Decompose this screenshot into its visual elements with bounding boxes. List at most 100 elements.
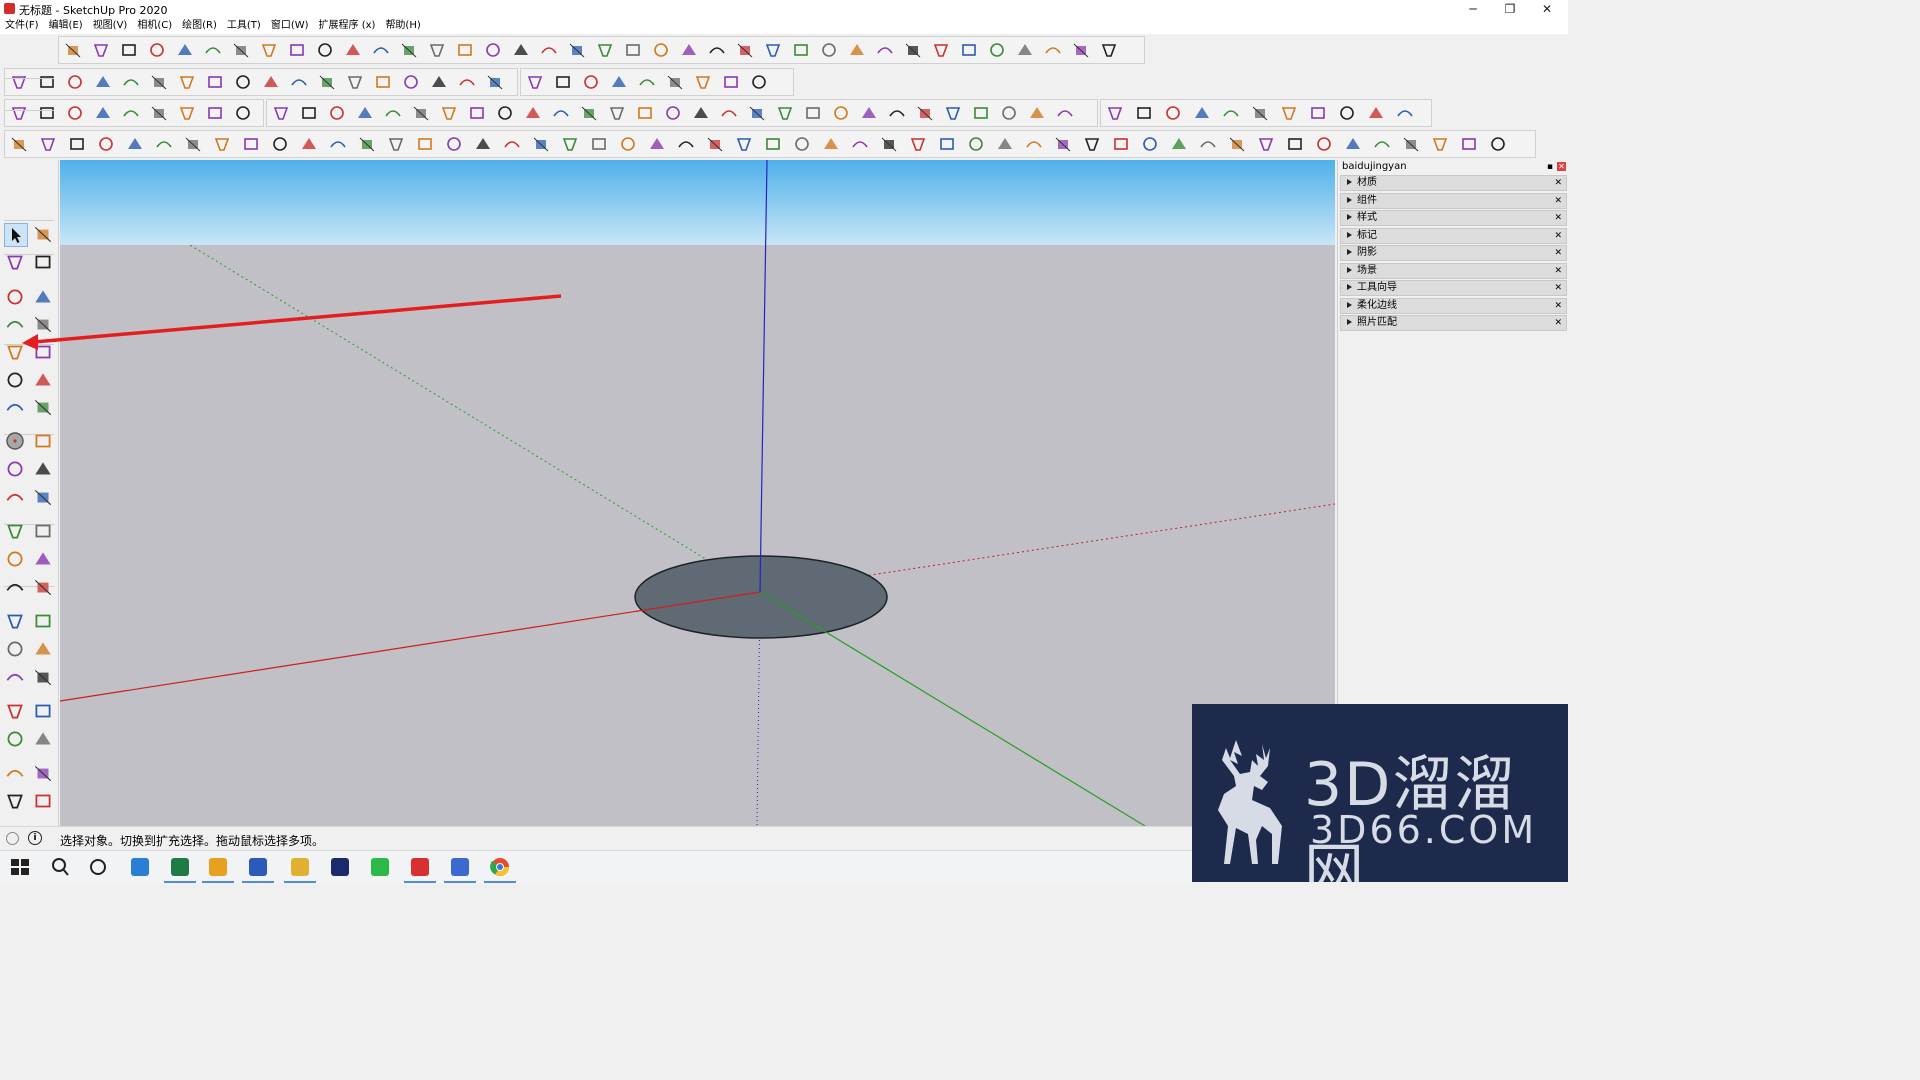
tray-item-materials[interactable]: 材质 ✕ [1340, 175, 1567, 191]
toolbar-tool-icon[interactable] [9, 73, 29, 91]
menu-extensions[interactable]: 扩展程序 (x) [314, 18, 381, 34]
menu-tools[interactable]: 工具(T) [222, 18, 266, 34]
toolbar-tool-icon[interactable] [589, 135, 609, 153]
toolbar-tool-icon[interactable] [177, 104, 197, 122]
toolbar-tool-icon[interactable] [581, 73, 601, 91]
left-tool-icon[interactable] [32, 486, 54, 508]
toolbar-tool-icon[interactable] [1163, 104, 1183, 122]
toolbar-tool-icon[interactable] [439, 104, 459, 122]
left-tool-icon[interactable] [32, 610, 54, 632]
toolbar-tool-icon[interactable] [879, 135, 899, 153]
toolbar-tool-icon[interactable] [1024, 135, 1044, 153]
chrome-icon[interactable] [484, 855, 516, 883]
toolbar-tool-icon[interactable] [233, 104, 253, 122]
toolbar-tool-icon[interactable] [1027, 104, 1047, 122]
toolbar-tool-icon[interactable] [647, 135, 667, 153]
autodesk-icon[interactable] [242, 855, 274, 883]
toolbar-tool-icon[interactable] [502, 135, 522, 153]
toolbar-tool-icon[interactable] [637, 73, 657, 91]
toolbar-tool-icon[interactable] [457, 73, 477, 91]
toolbar-tool-icon[interactable] [966, 135, 986, 153]
left-tool-icon[interactable] [32, 728, 54, 750]
tray-item-instructor[interactable]: 工具向导 ✕ [1340, 280, 1567, 296]
toolbar-tool-icon[interactable] [299, 104, 319, 122]
left-tool-icon[interactable] [4, 790, 26, 812]
toolbar-tool-icon[interactable] [401, 73, 421, 91]
toolbar-tool-icon[interactable] [1134, 104, 1154, 122]
toolbar-tool-icon[interactable] [444, 135, 464, 153]
toolbar-tool-icon[interactable] [317, 73, 337, 91]
circle-face[interactable] [634, 555, 888, 639]
toolbar-tool-icon[interactable] [595, 41, 615, 59]
toolbar-tool-icon[interactable] [511, 41, 531, 59]
left-tool-icon[interactable] [32, 520, 54, 542]
toolbar-tool-icon[interactable] [792, 135, 812, 153]
toolbar-tool-icon[interactable] [1343, 135, 1363, 153]
toolbar-tool-icon[interactable] [887, 104, 907, 122]
left-tool-icon[interactable] [4, 251, 26, 273]
tray-item-tags[interactable]: 标记 ✕ [1340, 227, 1567, 244]
toolbar-tool-icon[interactable] [999, 104, 1019, 122]
left-tool-icon[interactable] [32, 790, 54, 812]
tray-item-soften-edges[interactable]: 柔化边线 ✕ [1340, 297, 1567, 314]
tray-item-scenes[interactable]: 场景 ✕ [1340, 262, 1567, 279]
toolbar-tool-icon[interactable] [679, 41, 699, 59]
toolbar-tool-icon[interactable] [125, 135, 145, 153]
toolbar-tool-icon[interactable] [455, 41, 475, 59]
toolbar-tool-icon[interactable] [1105, 104, 1125, 122]
toolbar-tool-icon[interactable] [747, 104, 767, 122]
toolbar-tool-icon[interactable] [399, 41, 419, 59]
pin-icon[interactable]: ▪ [1547, 160, 1553, 174]
toolbar-tool-icon[interactable] [231, 41, 251, 59]
toolbar-tool-icon[interactable] [707, 41, 727, 59]
toolbar-tool-icon[interactable] [299, 135, 319, 153]
left-tool-icon[interactable] [32, 251, 54, 273]
toolbar-tool-icon[interactable] [1488, 135, 1508, 153]
menu-camera[interactable]: 相机(C) [132, 18, 177, 34]
toolbar-tool-icon[interactable] [203, 41, 223, 59]
toolbar-tool-icon[interactable] [429, 73, 449, 91]
toolbar-tool-icon[interactable] [9, 135, 29, 153]
toolbar-tool-icon[interactable] [908, 135, 928, 153]
toolbar-tool-icon[interactable] [1279, 104, 1299, 122]
toolbar-tool-icon[interactable] [663, 104, 683, 122]
toolbar-tool-icon[interactable] [859, 104, 879, 122]
toolbar-tool-icon[interactable] [875, 41, 895, 59]
toolbar-tool-icon[interactable] [205, 73, 225, 91]
toolbar-tool-icon[interactable] [791, 41, 811, 59]
toolbar-tool-icon[interactable] [1366, 104, 1386, 122]
toolbar-tool-icon[interactable] [1071, 41, 1091, 59]
toolbar-tool-icon[interactable] [233, 73, 253, 91]
toolbar-tool-icon[interactable] [915, 104, 935, 122]
close-icon[interactable]: ✕ [1554, 211, 1562, 225]
toolbar-tool-icon[interactable] [1314, 135, 1334, 153]
toolbar-tool-icon[interactable] [93, 104, 113, 122]
toolbar-tool-icon[interactable] [270, 135, 290, 153]
toolbar-tool-icon[interactable] [91, 41, 111, 59]
toolbar-tool-icon[interactable] [735, 41, 755, 59]
toolbar-tool-icon[interactable] [183, 135, 203, 153]
cortana-icon[interactable] [86, 855, 110, 879]
toolbar-tool-icon[interactable] [1308, 104, 1328, 122]
toolbar-tool-icon[interactable] [937, 135, 957, 153]
toolbar-tool-icon[interactable] [154, 135, 174, 153]
toolbar-tool-icon[interactable] [289, 73, 309, 91]
close-icon[interactable]: ✕ [1554, 316, 1562, 330]
explorer-icon[interactable] [284, 855, 316, 883]
toolbar-tool-icon[interactable] [177, 73, 197, 91]
toolbar-tool-icon[interactable] [96, 135, 116, 153]
left-tool-icon[interactable] [32, 369, 54, 391]
toolbar-tool-icon[interactable] [539, 41, 559, 59]
left-tool-icon[interactable] [32, 576, 54, 598]
toolbar-tool-icon[interactable] [65, 104, 85, 122]
computer-icon[interactable] [128, 855, 152, 879]
close-icon[interactable]: ✕ [1554, 281, 1562, 295]
toolbar-tool-icon[interactable] [411, 104, 431, 122]
toolbar-tool-icon[interactable] [618, 135, 638, 153]
toolbar-tool-icon[interactable] [315, 41, 335, 59]
toolbar-tool-icon[interactable] [691, 104, 711, 122]
toolbar-tool-icon[interactable] [763, 135, 783, 153]
toolbar-tool-icon[interactable] [357, 135, 377, 153]
toolbar-tool-icon[interactable] [37, 73, 57, 91]
toolbar-tool-icon[interactable] [553, 73, 573, 91]
